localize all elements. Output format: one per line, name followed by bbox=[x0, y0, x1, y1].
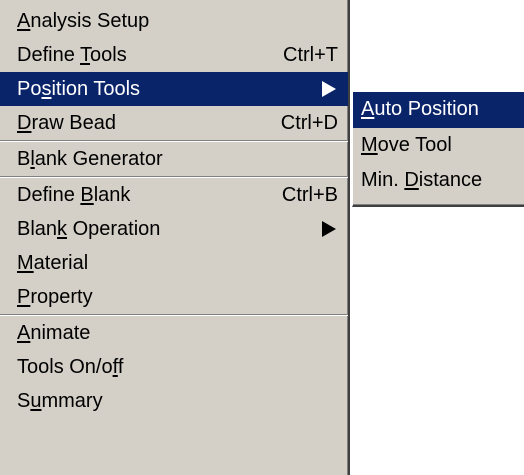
menu-item-label: Analysis Setup bbox=[17, 9, 150, 32]
menu-item-label: Blank Operation bbox=[17, 217, 161, 240]
menu-item-label: Summary bbox=[17, 389, 103, 412]
menu-item-label: Animate bbox=[17, 321, 91, 344]
menu-item-property[interactable]: Property bbox=[0, 280, 348, 314]
menu-item-define-blank[interactable]: Define Blank Ctrl+B bbox=[0, 178, 348, 212]
menu-item-label: Position Tools bbox=[17, 77, 141, 100]
submenu-item-min-distance[interactable]: Min. Distance bbox=[353, 163, 524, 199]
menu-item-label: Define Tools bbox=[17, 43, 127, 66]
menu-item-shortcut: Ctrl+T bbox=[283, 43, 338, 66]
submenu-arrow-icon bbox=[322, 221, 336, 237]
menu-item-define-tools[interactable]: Define Tools Ctrl+T bbox=[0, 38, 348, 72]
position-tools-submenu: Auto Position Move Tool Min. Distance bbox=[352, 92, 524, 207]
menu-item-label: Define Blank bbox=[17, 183, 131, 206]
menu-item-tools-on-off[interactable]: Tools On/off bbox=[0, 350, 348, 384]
menu-item-shortcut: Ctrl+D bbox=[280, 111, 338, 134]
menu-item-label: Tools On/off bbox=[17, 355, 124, 378]
menu-item-label: Material bbox=[17, 251, 89, 274]
submenu-item-move-tool[interactable]: Move Tool bbox=[353, 128, 524, 164]
menu-item-label: Move Tool bbox=[361, 133, 452, 156]
menu-item-shortcut: Ctrl+B bbox=[281, 183, 338, 206]
menu-item-label: Property bbox=[17, 285, 93, 308]
main-context-menu: Analysis Setup Define Tools Ctrl+T Posit… bbox=[0, 0, 350, 475]
menu-item-label: Blank Generator bbox=[17, 147, 163, 170]
menu-item-material[interactable]: Material bbox=[0, 246, 348, 280]
menu-item-draw-bead[interactable]: Draw Bead Ctrl+D bbox=[0, 106, 348, 140]
menu-item-label: Auto Position bbox=[361, 98, 479, 121]
menu-item-label: Min. Distance bbox=[361, 169, 483, 192]
menu-item-blank-operation[interactable]: Blank Operation bbox=[0, 212, 348, 246]
submenu-arrow-icon bbox=[322, 81, 336, 97]
menu-item-blank-generator[interactable]: Blank Generator bbox=[0, 142, 348, 176]
menu-item-position-tools[interactable]: Position Tools bbox=[0, 72, 348, 106]
menu-item-summary[interactable]: Summary bbox=[0, 384, 348, 418]
submenu-item-auto-position[interactable]: Auto Position bbox=[353, 92, 524, 128]
menu-item-analysis-setup[interactable]: Analysis Setup bbox=[0, 4, 348, 38]
menu-item-animate[interactable]: Animate bbox=[0, 316, 348, 350]
menu-item-label: Draw Bead bbox=[17, 111, 116, 134]
